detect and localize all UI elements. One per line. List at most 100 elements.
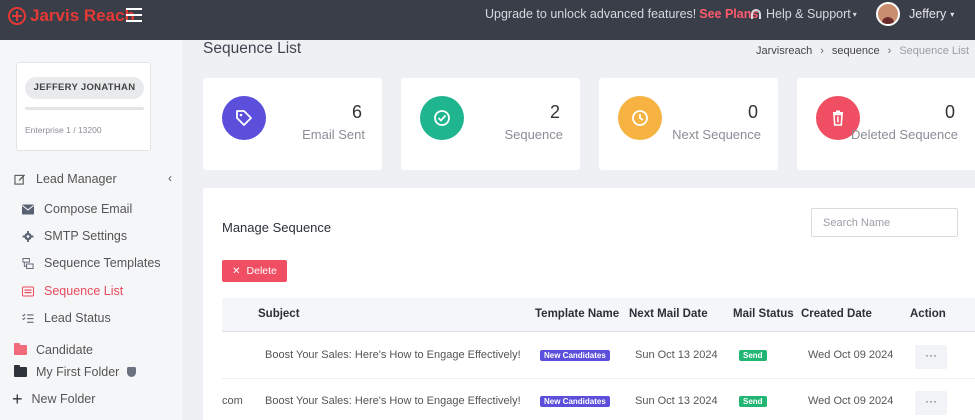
sidebar-item-label: Sequence List xyxy=(44,284,124,298)
plus-icon: + xyxy=(12,389,23,409)
folder-icon xyxy=(14,365,27,377)
folder-candidate[interactable]: Candidate xyxy=(14,343,93,357)
stat-label: Next Sequence xyxy=(672,127,761,142)
new-folder-label: New Folder xyxy=(31,392,96,406)
created-date-cell: Wed Oct 09 2024 xyxy=(808,395,894,407)
breadcrumb-separator: › xyxy=(820,45,824,57)
help-support-menu[interactable]: Help & Support ▾ xyxy=(751,7,857,21)
sidebar: JEFFERY JONATHAN Enterprise 1 / 13200 Le… xyxy=(0,40,182,420)
next-mail-date-cell: Sun Oct 13 2024 xyxy=(635,395,718,407)
column-header-subject[interactable]: Subject xyxy=(258,308,300,320)
gear-icon xyxy=(22,230,34,242)
check-circle-icon xyxy=(420,96,464,140)
top-bar: Jarvis Reach Upgrade to unlock advanced … xyxy=(0,0,975,40)
envelope-icon xyxy=(22,204,34,214)
new-folder-button[interactable]: + New Folder xyxy=(12,389,96,409)
avatar xyxy=(876,2,900,26)
page-title: Sequence List xyxy=(203,40,302,57)
panel-title: Manage Sequence xyxy=(222,220,332,235)
folder-icon xyxy=(14,343,27,355)
sidebar-item-label: Sequence Templates xyxy=(44,256,161,270)
row-actions-button[interactable]: ··· xyxy=(915,391,947,415)
column-header-action: Action xyxy=(910,308,946,320)
stat-card-deleted-sequence: 0 Deleted Sequence xyxy=(797,78,975,170)
column-header-template-name[interactable]: Template Name xyxy=(535,308,619,320)
folder-label: My First Folder xyxy=(36,365,120,379)
sidebar-item-sequence-templates[interactable]: Sequence Templates xyxy=(22,256,177,270)
shield-icon xyxy=(127,367,137,377)
stat-value: 2 xyxy=(549,102,560,122)
status-badge: Send xyxy=(739,396,767,407)
crosshair-logo-icon xyxy=(8,7,26,25)
chevron-left-icon: ‹ xyxy=(168,171,172,185)
sidebar-item-compose-email[interactable]: Compose Email xyxy=(22,202,177,216)
breadcrumb-home[interactable]: Jarvisreach xyxy=(756,45,812,57)
chevron-down-icon: ▾ xyxy=(852,9,857,19)
close-icon: ✕ xyxy=(232,265,241,277)
stat-label: Email Sent xyxy=(302,127,365,142)
checklist-icon xyxy=(22,313,34,323)
created-date-cell: Wed Oct 09 2024 xyxy=(808,349,894,361)
help-support-label: Help & Support xyxy=(766,7,851,21)
table-row[interactable]: Boost Your Sales: Here's How to Engage E… xyxy=(222,333,975,379)
delete-button[interactable]: ✕ Delete xyxy=(222,260,287,282)
stat-card-email-sent: 6 Email Sent xyxy=(203,78,382,170)
chevron-down-icon: ▾ xyxy=(950,9,955,19)
breadcrumb-current: Sequence List xyxy=(899,45,970,57)
column-header-created-date[interactable]: Created Date xyxy=(801,308,872,320)
sidebar-item-sequence-list[interactable]: Sequence List xyxy=(22,284,177,298)
brand-logo[interactable]: Jarvis Reach xyxy=(8,5,135,27)
breadcrumb: Jarvisreach › sequence › Sequence List xyxy=(756,45,969,57)
template-icon xyxy=(22,257,34,269)
folder-label: Candidate xyxy=(36,343,93,357)
sidebar-item-label: Lead Status xyxy=(44,311,111,325)
stat-value: 0 xyxy=(944,102,955,122)
sidebar-item-label: Compose Email xyxy=(44,202,133,216)
credits-progress-bar xyxy=(25,107,144,110)
template-badge: New Candidates xyxy=(540,350,610,361)
tag-icon xyxy=(222,96,266,140)
sidebar-item-label: SMTP Settings xyxy=(44,229,128,243)
table-header: Subject Template Name Next Mail Date Mai… xyxy=(222,298,975,332)
lead-manager-toggle[interactable]: Lead Manager ‹ xyxy=(14,171,174,186)
edit-icon xyxy=(14,173,26,185)
column-header-next-mail-date[interactable]: Next Mail Date xyxy=(629,308,708,320)
upgrade-banner: Upgrade to unlock advanced features! See … xyxy=(485,7,758,21)
list-icon xyxy=(22,286,34,296)
see-plans-link[interactable]: See Plans xyxy=(699,7,758,21)
breadcrumb-sequence[interactable]: sequence xyxy=(832,45,880,57)
profile-card: JEFFERY JONATHAN Enterprise 1 / 13200 xyxy=(16,62,151,151)
stat-value: 6 xyxy=(351,102,362,122)
subject-cell[interactable]: Boost Your Sales: Here's How to Engage E… xyxy=(265,395,521,407)
row-actions-button[interactable]: ··· xyxy=(915,345,947,369)
profile-name: JEFFERY JONATHAN xyxy=(25,77,144,99)
stat-label: Deleted Sequence xyxy=(851,127,958,142)
delete-label: Delete xyxy=(246,265,277,277)
brand-name: Jarvis Reach xyxy=(30,6,135,25)
stat-card-next-sequence: 0 Next Sequence xyxy=(599,78,778,170)
user-name: Jeffery xyxy=(909,7,947,21)
sidebar-item-lead-status[interactable]: Lead Status xyxy=(22,311,177,325)
upgrade-text: Upgrade to unlock advanced features! xyxy=(485,7,697,21)
stat-label: Sequence xyxy=(504,127,563,142)
manage-sequence-panel: Manage Sequence ✕ Delete Subject Templat… xyxy=(203,188,975,420)
headset-icon xyxy=(751,9,761,19)
table-row[interactable]: com Boost Your Sales: Here's How to Enga… xyxy=(222,379,975,420)
status-badge: Send xyxy=(739,350,767,361)
subject-cell[interactable]: Boost Your Sales: Here's How to Engage E… xyxy=(265,349,521,361)
column-header-mail-status[interactable]: Mail Status xyxy=(733,308,794,320)
clock-icon xyxy=(618,96,662,140)
next-mail-date-cell: Sun Oct 13 2024 xyxy=(635,349,718,361)
stat-card-sequence: 2 Sequence xyxy=(401,78,580,170)
user-menu[interactable]: Jeffery ▾ xyxy=(876,2,954,26)
sidebar-item-smtp-settings[interactable]: SMTP Settings xyxy=(22,229,177,243)
plan-credits: Enterprise 1 / 13200 xyxy=(25,125,102,135)
template-badge: New Candidates xyxy=(540,396,610,407)
breadcrumb-separator: › xyxy=(887,45,892,57)
menu-toggle-icon[interactable] xyxy=(126,8,142,22)
lead-manager-label: Lead Manager xyxy=(36,172,117,186)
search-input[interactable] xyxy=(811,208,958,237)
folder-my-first-folder[interactable]: My First Folder xyxy=(14,365,137,379)
row-prefix: com xyxy=(222,395,243,407)
stat-value: 0 xyxy=(747,102,758,122)
